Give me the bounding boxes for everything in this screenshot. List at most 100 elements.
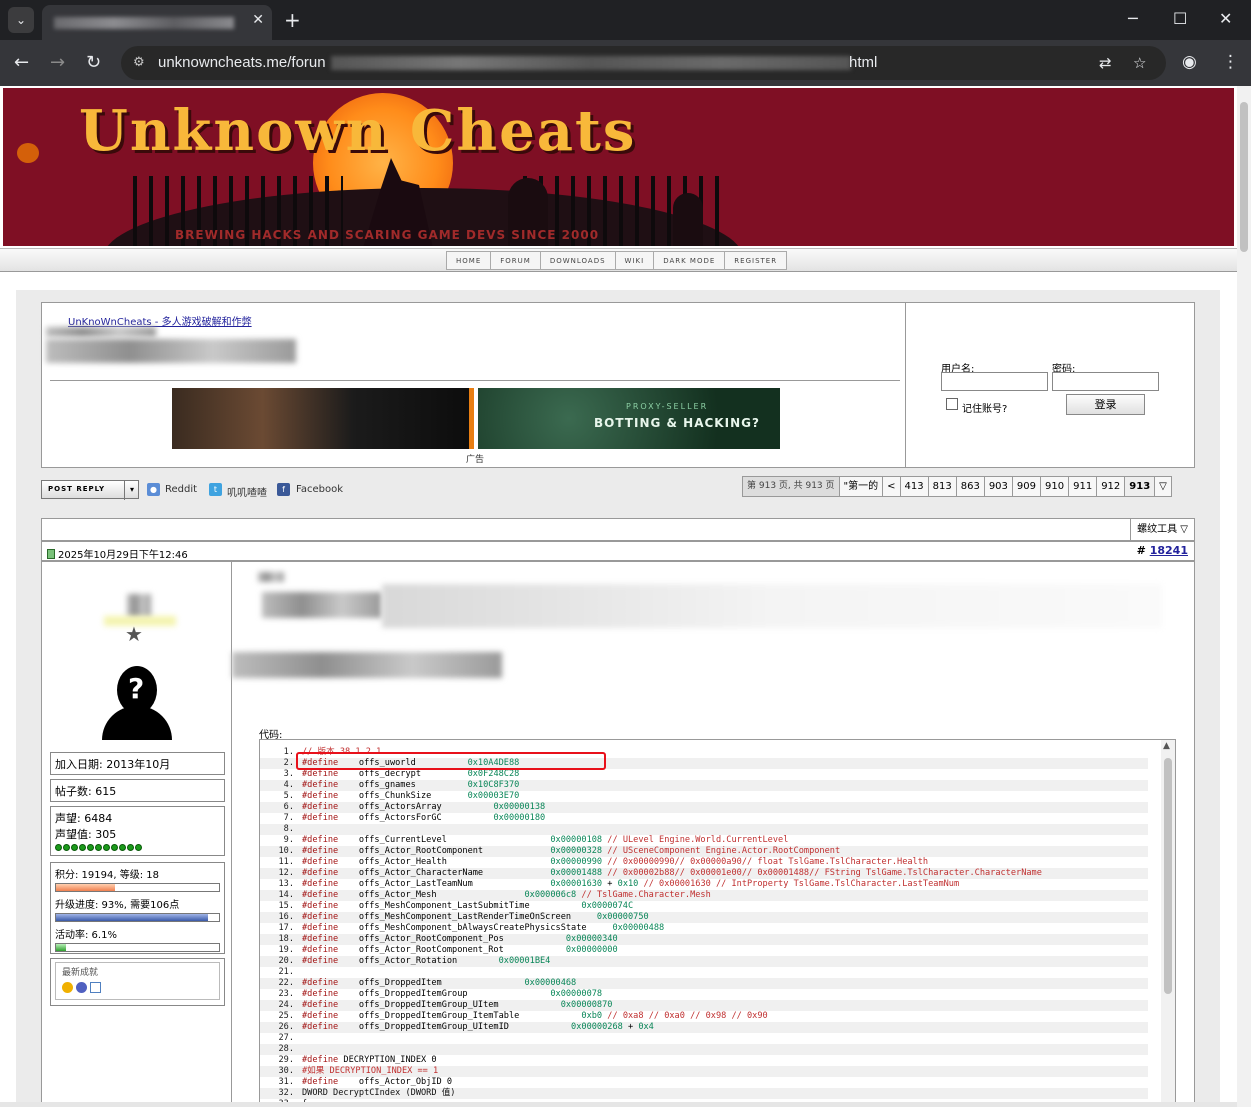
- page-link[interactable]: 863: [957, 477, 985, 496]
- forum-page: UnKnoWnCheats - 多人游戏破解和作弊 PROXY-SELLER B…: [16, 290, 1220, 1107]
- nav-forum[interactable]: FORUM: [491, 252, 541, 269]
- reddit-icon[interactable]: ●: [147, 483, 160, 496]
- menu-icon[interactable]: ⋮: [1222, 52, 1239, 72]
- page-link[interactable]: 909: [1013, 477, 1041, 496]
- forward-icon[interactable]: →: [50, 52, 65, 73]
- remember-checkbox[interactable]: [946, 398, 958, 410]
- code-line: 12. #define offs_Actor_CharacterName 0x00…: [260, 868, 1148, 879]
- code-line: 4. #define offs_gnames 0x10C8F370: [260, 780, 1148, 791]
- page-scroll-thumb[interactable]: [1240, 102, 1248, 252]
- page-scrollbar[interactable]: [1237, 86, 1251, 1107]
- ad-banner-2[interactable]: PROXY-SELLER BOTTING & HACKING?: [478, 388, 780, 449]
- code-line-text: #define offs_DroppedItemGroup 0x00000078: [302, 989, 603, 999]
- facebook-icon[interactable]: f: [277, 483, 290, 496]
- nav-dark-mode[interactable]: DARK MODE: [654, 252, 726, 269]
- page-link[interactable]: 912: [1097, 477, 1126, 496]
- minimize-icon[interactable]: ─: [1128, 9, 1138, 28]
- page-link[interactable]: 813: [929, 477, 957, 496]
- code-line-text: #define offs_MeshComponent_LastRenderTim…: [302, 912, 649, 922]
- chevron-down-icon: ▽: [1180, 524, 1188, 535]
- activity-bar: [55, 943, 220, 952]
- code-line-number: 8.: [283, 824, 294, 834]
- browser-tab-strip: ⌄ ✕ + ─ ☐ ✕: [0, 0, 1251, 40]
- calendar-icon[interactable]: [89, 982, 101, 993]
- medal-icon[interactable]: [62, 982, 73, 993]
- scroll-up-icon[interactable]: ▲: [1163, 741, 1170, 751]
- code-line-number: 25.: [278, 1011, 294, 1021]
- code-line: 26. #define offs_DroppedItemGroup_UItemID…: [260, 1022, 1148, 1033]
- user-info-pane: ★ ? 加入日期: 2013年10月 帖子数: 615 声望: 6484 声望值…: [41, 561, 232, 1107]
- thread-tools-button[interactable]: 螺纹工具 ▽: [1130, 519, 1194, 540]
- username-input[interactable]: [941, 372, 1048, 391]
- code-line-number: 17.: [278, 923, 294, 933]
- points-bar-fill: [56, 884, 115, 891]
- nav-home[interactable]: HOME: [447, 252, 492, 269]
- profile-icon[interactable]: ◉: [1182, 52, 1197, 72]
- code-block[interactable]: 1.// 版本 38.1.2.1 2. #define offs_uworld 0x…: [259, 739, 1176, 1107]
- login-button[interactable]: 登录: [1066, 394, 1145, 415]
- browser-tab[interactable]: ✕: [42, 5, 272, 40]
- tab-search-button[interactable]: ⌄: [8, 7, 34, 33]
- globe-icon[interactable]: [75, 982, 87, 993]
- bookmark-star-icon[interactable]: ☆: [1133, 54, 1146, 72]
- share-weibo[interactable]: 叽叽喳喳: [227, 484, 267, 499]
- weibo-icon[interactable]: t: [209, 483, 222, 496]
- reload-icon[interactable]: ↻: [86, 52, 101, 73]
- reputation-box: 声望: 6484 声望值: 305: [50, 806, 225, 856]
- page-link[interactable]: 910: [1041, 477, 1070, 496]
- code-line-text: #define offs_Actor_LastTeamNum 0x0000163…: [302, 879, 960, 889]
- code-line: 32. DWORD DecryptCIndex (DWORD 值): [260, 1088, 1148, 1099]
- code-line-text: #define offs_Actor_Rotation 0x00001BE4: [302, 956, 551, 966]
- page-link[interactable]: 903: [985, 477, 1013, 496]
- password-input[interactable]: [1052, 372, 1159, 391]
- close-tab-icon[interactable]: ✕: [252, 12, 264, 28]
- post-reply-label: POST REPLY: [48, 485, 106, 493]
- horizontal-scrollbar[interactable]: [0, 1102, 1237, 1107]
- code-line-number: 3.: [283, 769, 294, 779]
- avatar[interactable]: ?: [98, 662, 176, 740]
- chevron-down-icon[interactable]: ▾: [124, 481, 140, 500]
- divider: [50, 380, 900, 381]
- code-line-number: 26.: [278, 1022, 294, 1032]
- page-link[interactable]: 911: [1069, 477, 1098, 496]
- code-line-number: 27.: [278, 1033, 294, 1043]
- page-menu-chevron-down-icon[interactable]: ▽: [1155, 477, 1171, 496]
- site-info-icon[interactable]: ⚙: [133, 55, 149, 71]
- page-prev[interactable]: <: [883, 477, 901, 496]
- site-tagline: BREWING HACKS AND SCARING GAME DEVS SINC…: [175, 228, 600, 242]
- nav-downloads[interactable]: DOWNLOADS: [541, 252, 616, 269]
- post-reply-button[interactable]: POST REPLY ▾: [41, 480, 140, 500]
- code-line-number: 18.: [278, 934, 294, 944]
- post-number-prefix: #: [1136, 544, 1146, 557]
- code-line: 30. #如果 DECRYPTION_INDEX == 1: [260, 1066, 1148, 1077]
- share-facebook[interactable]: Facebook: [296, 484, 343, 495]
- post-permalink[interactable]: 18241: [1150, 544, 1188, 557]
- new-tab-icon[interactable]: +: [284, 8, 301, 32]
- site-home-link[interactable]: UnKnoWnCheats - 多人游戏破解和作弊: [68, 313, 252, 328]
- code-line: 6. #define offs_ActorsArray 0x00000138: [260, 802, 1148, 813]
- points-level: 积分: 19194, 等级: 18: [55, 870, 159, 881]
- code-line-number: 4.: [283, 780, 294, 790]
- page-link[interactable]: 413: [901, 477, 929, 496]
- code-scrollbar[interactable]: ▲: [1161, 740, 1175, 1107]
- site-banner[interactable]: Unknown Cheats BREWING HACKS AND SCARING…: [3, 88, 1234, 246]
- page-first[interactable]: "第一的: [840, 477, 884, 496]
- level-progress: 升级进度: 93%, 需要106点: [55, 900, 180, 911]
- code-line-text: #define offs_Actor_RootComponent 0x00000…: [302, 846, 841, 856]
- ad-banner-1[interactable]: [172, 388, 474, 449]
- share-reddit[interactable]: Reddit: [165, 484, 197, 495]
- url-input[interactable]: ⚙ unknowncheats.me/forun html ⇄ ☆: [121, 46, 1166, 80]
- translate-icon[interactable]: ⇄: [1099, 54, 1112, 72]
- points-bar: [55, 883, 220, 892]
- code-line-number: 7.: [283, 813, 294, 823]
- back-icon[interactable]: ←: [14, 52, 29, 73]
- post-doc-icon: [47, 549, 55, 559]
- nav-wiki[interactable]: WIKI: [616, 252, 655, 269]
- maximize-icon[interactable]: ☐: [1173, 9, 1187, 28]
- close-window-icon[interactable]: ✕: [1219, 9, 1232, 28]
- code-line-text: #define offs_Actor_RootComponent_Rot 0x0…: [302, 945, 618, 955]
- code-scroll-thumb[interactable]: [1164, 758, 1172, 994]
- nav-register[interactable]: REGISTER: [725, 252, 786, 269]
- code-line-number: 5.: [283, 791, 294, 801]
- code-line-text: #define offs_DroppedItem 0x00000468: [302, 978, 577, 988]
